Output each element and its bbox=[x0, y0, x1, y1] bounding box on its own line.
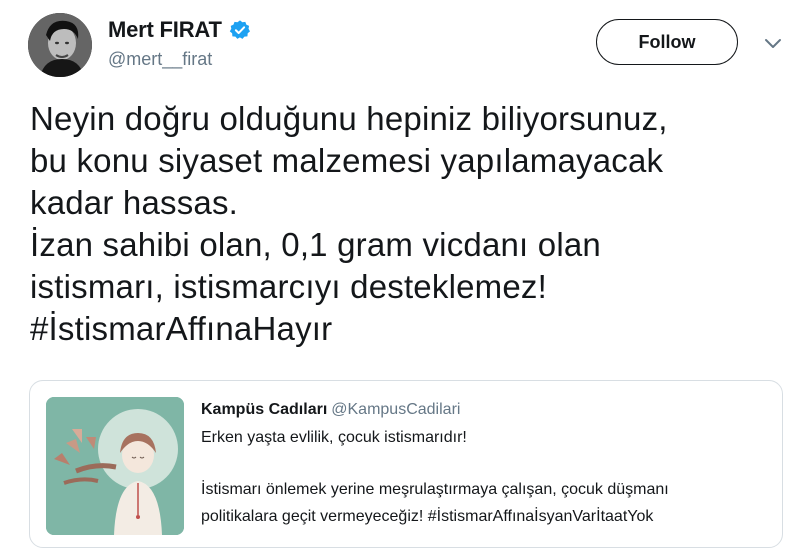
quoted-tweet-header: Kampüs Cadıları @KampusCadilari bbox=[201, 401, 460, 419]
verified-badge-icon bbox=[229, 19, 251, 41]
quoted-author-name[interactable]: Kampüs Cadıları bbox=[201, 401, 327, 418]
tweet-header: Mert FIRAT @mert__firat Follow bbox=[0, 0, 798, 90]
quoted-tweet-card[interactable]: Kampüs Cadıları @KampusCadilari Erken yaş… bbox=[29, 380, 783, 548]
avatar[interactable] bbox=[28, 13, 92, 77]
quoted-tweet-line: İstismarı önlemek yerine meşrulaştırmaya… bbox=[201, 481, 669, 498]
tweet-text: Neyin doğru olduğunu hepiniz biliyorsunu… bbox=[30, 98, 790, 350]
follow-button[interactable]: Follow bbox=[596, 19, 738, 65]
author-handle[interactable]: @mert__firat bbox=[108, 49, 212, 70]
quoted-tweet-image[interactable] bbox=[46, 397, 184, 535]
avatar-photo bbox=[28, 13, 92, 77]
author-name[interactable]: Mert FIRAT bbox=[108, 17, 222, 43]
quoted-tweet-line: politikalara geçit vermeyeceğiz! #İstism… bbox=[201, 508, 654, 525]
illustration-image bbox=[46, 397, 184, 535]
tweet-line: bu konu siyaset malzemesi yapılamayacak bbox=[30, 142, 664, 179]
tweet-line: kadar hassas. bbox=[30, 184, 239, 221]
quoted-author-handle[interactable]: @KampusCadilari bbox=[331, 401, 460, 418]
tweet-line: Neyin doğru olduğunu hepiniz biliyorsunu… bbox=[30, 100, 668, 137]
chevron-down-icon[interactable] bbox=[764, 37, 782, 51]
tweet-line: İzan sahibi olan, 0,1 gram vicdanı olan bbox=[30, 226, 601, 263]
author-name-row: Mert FIRAT bbox=[108, 16, 251, 44]
quoted-tweet-line: Erken yaşta evlilik, çocuk istismarıdır! bbox=[201, 429, 467, 446]
hashtag-link[interactable]: #İstismarAffınaHayır bbox=[30, 310, 332, 347]
tweet-line: istismarı, istismarcıyı desteklemez! bbox=[30, 268, 547, 305]
